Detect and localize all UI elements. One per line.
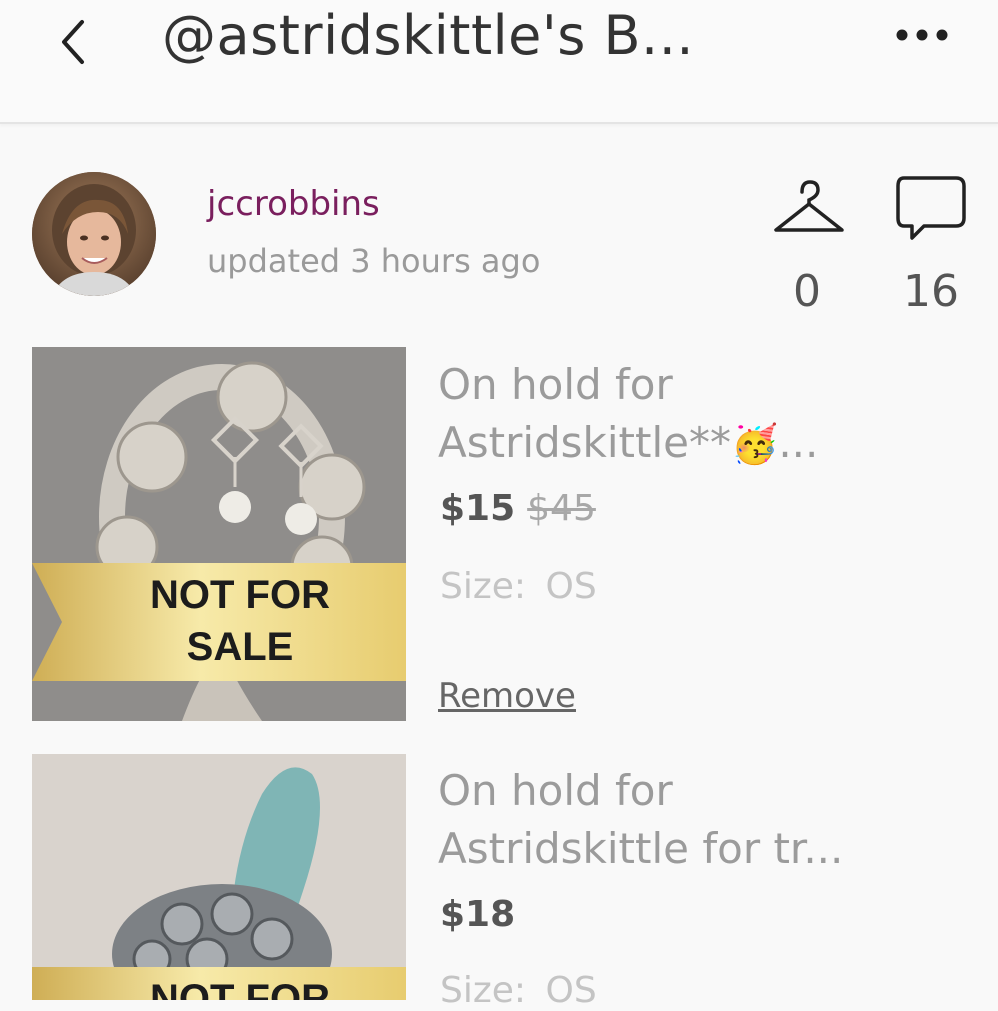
current-price: $15 xyxy=(440,488,516,529)
size-label: Size: xyxy=(440,566,527,607)
likes-count: 0 xyxy=(793,266,821,317)
back-button[interactable] xyxy=(50,8,100,68)
listing-title-line-2: Astridskittle for tr... xyxy=(438,824,844,873)
listing-thumbnail[interactable]: NOT FOR xyxy=(32,754,406,1000)
owner-username[interactable]: jccrobbins xyxy=(207,184,380,224)
like-button[interactable] xyxy=(772,178,846,236)
not-for-sale-banner: NOT FOR xyxy=(32,967,406,1000)
page-title: @astridskittle's B... xyxy=(162,4,695,67)
banner-line-1: NOT FOR xyxy=(150,573,330,617)
listing-size: Size: OS xyxy=(440,566,597,607)
original-price: $45 xyxy=(527,488,596,529)
listing-title-line-2: Astridskittle** xyxy=(438,418,731,467)
avatar-photo xyxy=(32,172,156,296)
updated-timestamp: updated 3 hours ago xyxy=(207,242,541,280)
more-horizontal-icon xyxy=(896,29,948,41)
size-label: Size: xyxy=(440,970,527,1011)
listing-photo xyxy=(32,754,406,1000)
party-emoji: 🥳 xyxy=(731,422,779,466)
chevron-left-icon xyxy=(62,20,84,64)
remove-link[interactable]: Remove xyxy=(438,676,576,716)
comments-count: 16 xyxy=(903,266,959,317)
size-value: OS xyxy=(545,566,597,607)
banner-line-2: SALE xyxy=(186,625,294,669)
listing-title-line-1: On hold for xyxy=(438,360,673,409)
comment-button[interactable] xyxy=(894,174,968,244)
listing-size: Size: OS xyxy=(440,970,597,1011)
current-price: $18 xyxy=(440,894,516,935)
listing-price: $15 $45 xyxy=(440,488,596,529)
listing-title[interactable]: On hold for Astridskittle**🥳... xyxy=(438,356,818,473)
not-for-sale-banner: NOT FOR SALE xyxy=(32,563,406,681)
banner-line-1: NOT FOR xyxy=(150,977,330,1000)
hanger-icon xyxy=(774,180,844,232)
title-ellipsis: ... xyxy=(778,418,819,467)
size-value: OS xyxy=(545,970,597,1011)
top-bar: @astridskittle's B... xyxy=(0,0,998,124)
listing-thumbnail[interactable]: NOT FOR SALE xyxy=(32,347,406,721)
avatar[interactable] xyxy=(32,172,156,296)
listing-title[interactable]: On hold for Astridskittle for tr... xyxy=(438,762,843,878)
listing-title-line-1: On hold for xyxy=(438,766,673,815)
speech-bubble-icon xyxy=(896,176,966,240)
more-options-button[interactable] xyxy=(892,20,956,50)
listing-price: $18 xyxy=(440,894,515,935)
